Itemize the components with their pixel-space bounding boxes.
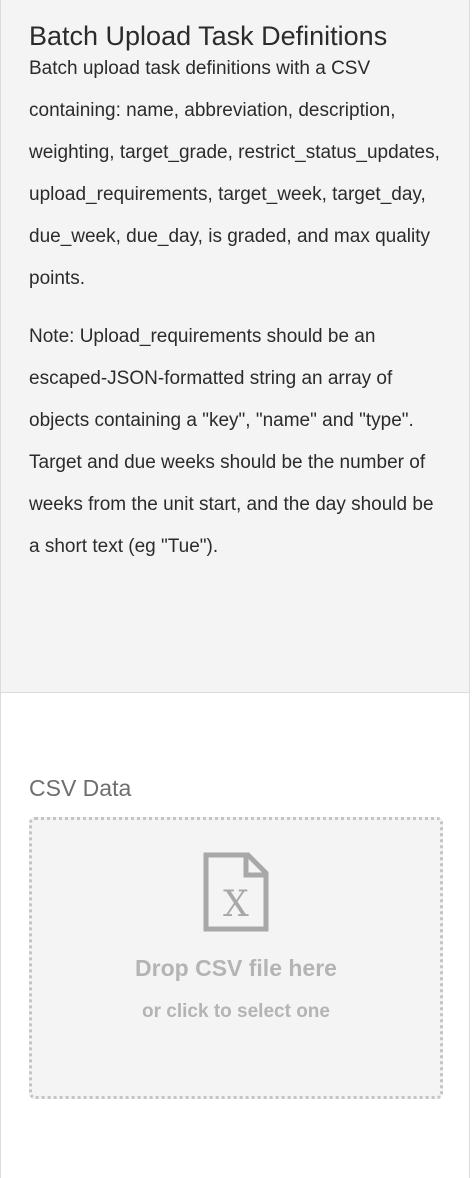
svg-text:X: X	[223, 884, 249, 925]
batch-upload-panel: Batch Upload Task Definitions Batch uplo…	[0, 0, 470, 1178]
dropzone-secondary-text: or click to select one	[142, 1001, 330, 1022]
panel-note: Note: Upload_requirements should be an e…	[29, 326, 434, 557]
csv-dropzone[interactable]: X Drop CSV file here or click to select …	[29, 817, 443, 1099]
panel-heading: Batch Upload Task Definitions Batch uplo…	[1, 0, 469, 693]
csv-data-label: CSV Data	[29, 775, 132, 801]
csv-file-icon: X	[203, 852, 269, 932]
panel-body: CSV Data X Drop CSV file here or click t…	[1, 773, 469, 1099]
dropzone-primary-text: Drop CSV file here	[135, 955, 337, 981]
panel-description: Batch upload task definitions with a CSV…	[29, 58, 440, 289]
